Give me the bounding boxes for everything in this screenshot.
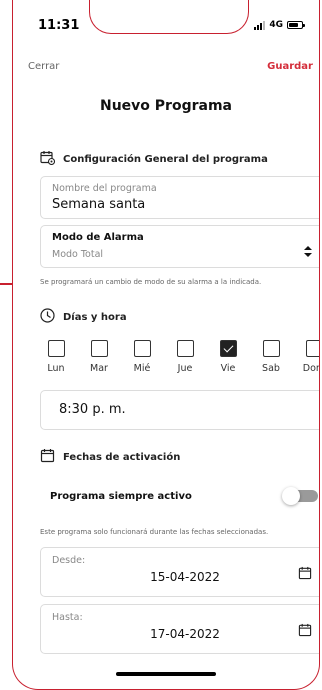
day-label: Lun: [47, 363, 65, 374]
activation-section-title: Fechas de activación: [63, 451, 181, 463]
general-section-header: Configuración General del programa: [40, 150, 268, 168]
to-date-field[interactable]: Hasta: 17-04-2022: [40, 604, 319, 654]
day-checkbox[interactable]: [176, 340, 194, 357]
battery-icon: [287, 21, 305, 29]
day-label: Jue: [177, 363, 193, 374]
sort-arrows-icon: [304, 242, 312, 261]
from-date-label: Desde:: [52, 555, 86, 566]
calendar-icon: [40, 448, 55, 466]
status-bar: 11:31 4G: [13, 0, 319, 48]
nav-bar: Cerrar Guardar: [28, 61, 313, 77]
alarm-mode-label: Modo de Alarma: [52, 232, 144, 243]
time-field[interactable]: 8:30 p. m.: [40, 390, 319, 430]
alarm-helper-text: Se programará un cambio de modo de su al…: [40, 278, 262, 286]
schedule-section-header: Días y hora: [40, 308, 127, 326]
day-checkbox-checked[interactable]: [219, 340, 237, 357]
day-checkboxes: Lun Mar Mié Jue Vie Sab Dom: [40, 340, 319, 374]
day-vie[interactable]: Vie: [212, 340, 244, 374]
activation-section-header: Fechas de activación: [40, 448, 180, 466]
always-active-label: Programa siempre activo: [50, 490, 192, 502]
clock-icon: [40, 308, 55, 326]
from-date-field[interactable]: Desde: 15-04-2022: [40, 547, 319, 597]
day-label: Sab: [262, 363, 280, 374]
day-lun[interactable]: Lun: [40, 340, 72, 374]
alarm-mode-value: Modo Total: [52, 249, 104, 260]
day-label: Vie: [220, 363, 236, 374]
always-active-toggle[interactable]: [282, 487, 318, 505]
program-name-label: Nombre del programa: [52, 183, 157, 194]
save-button[interactable]: Guardar: [267, 61, 313, 72]
time-value: 8:30 p. m.: [59, 402, 126, 417]
network-type: 4G: [269, 20, 283, 30]
calendar-icon[interactable]: [298, 622, 312, 641]
from-date-value: 15-04-2022: [150, 570, 220, 584]
day-checkbox[interactable]: [90, 340, 108, 357]
day-checkbox[interactable]: [47, 340, 65, 357]
to-date-label: Hasta:: [52, 612, 83, 623]
day-label: Mié: [133, 363, 151, 374]
day-checkbox[interactable]: [262, 340, 280, 357]
status-time: 11:31: [38, 18, 80, 33]
activation-helper-text: Este programa solo funcionará durante la…: [40, 528, 269, 536]
signal-icon: [254, 20, 266, 30]
day-checkbox[interactable]: [133, 340, 151, 357]
day-dom[interactable]: Dom: [298, 340, 319, 374]
toggle-knob: [282, 487, 300, 505]
close-button[interactable]: Cerrar: [28, 61, 59, 72]
program-name-value: Semana santa: [52, 197, 146, 212]
day-jue[interactable]: Jue: [169, 340, 201, 374]
day-checkbox[interactable]: [305, 340, 319, 357]
calendar-icon[interactable]: [298, 565, 312, 584]
always-active-row: Programa siempre activo: [50, 487, 318, 505]
home-indicator: [116, 672, 216, 676]
day-mar[interactable]: Mar: [83, 340, 115, 374]
notch: [89, 0, 249, 34]
alarm-mode-select[interactable]: Modo de Alarma Modo Total: [40, 225, 319, 268]
to-date-value: 17-04-2022: [150, 627, 220, 641]
day-sab[interactable]: Sab: [255, 340, 287, 374]
status-icons: 4G: [254, 20, 305, 30]
phone-screen: 11:31 4G Cerrar Guardar Nuevo Programa C…: [12, 0, 320, 690]
program-name-field[interactable]: Nombre del programa Semana santa: [40, 176, 319, 219]
page-title: Nuevo Programa: [100, 98, 232, 114]
calendar-settings-icon: [40, 150, 56, 168]
day-mie[interactable]: Mié: [126, 340, 158, 374]
general-section-title: Configuración General del programa: [63, 153, 268, 165]
schedule-section-title: Días y hora: [63, 311, 127, 323]
day-label: Mar: [90, 363, 108, 374]
day-label: Dom: [302, 363, 319, 374]
